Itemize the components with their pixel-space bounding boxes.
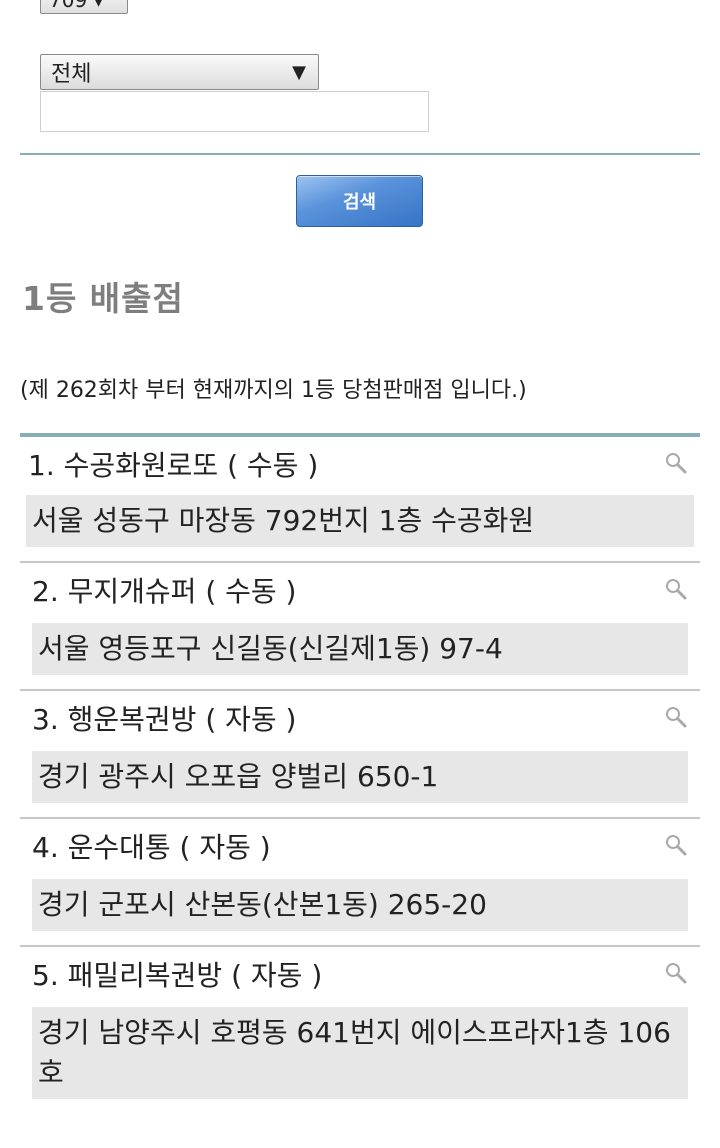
round-select[interactable]: 709 ▾ xyxy=(40,0,128,14)
store-item[interactable]: 2. 무지개슈퍼 ( 수동 ) 서울 영등포구 신길동(신길제1동) 97-4 xyxy=(20,563,700,691)
store-address: 경기 남양주시 호평동 641번지 에이스프라자1층 106호 xyxy=(32,1007,688,1099)
page-title: 1등 배출점 xyxy=(22,279,184,318)
magnifier-icon[interactable] xyxy=(664,705,688,729)
store-name[interactable]: 4. 운수대통 ( 자동 ) xyxy=(20,819,700,879)
store-address: 경기 광주시 오포읍 양벌리 650-1 xyxy=(32,751,688,803)
store-item[interactable]: 1. 수공화원로또 ( 수동 ) 서울 성동구 마장동 792번지 1층 수공화… xyxy=(20,437,700,563)
keyword-input[interactable] xyxy=(40,91,429,132)
dropdown-arrow-icon: ▼ xyxy=(292,61,306,83)
store-list: 1. 수공화원로또 ( 수동 ) 서울 성동구 마장동 792번지 1층 수공화… xyxy=(20,433,700,1113)
store-address: 서울 영등포구 신길동(신길제1동) 97-4 xyxy=(32,623,688,675)
magnifier-icon[interactable] xyxy=(664,833,688,857)
store-address: 서울 성동구 마장동 792번지 1층 수공화원 xyxy=(26,495,694,547)
magnifier-icon[interactable] xyxy=(664,451,688,475)
store-name[interactable]: 1. 수공화원로또 ( 수동 ) xyxy=(20,437,700,495)
divider xyxy=(20,153,700,155)
store-item[interactable]: 3. 행운복권방 ( 자동 ) 경기 광주시 오포읍 양벌리 650-1 xyxy=(20,691,700,819)
store-address: 경기 군포시 산본동(산본1동) 265-20 xyxy=(32,879,688,931)
store-name[interactable]: 2. 무지개슈퍼 ( 수동 ) xyxy=(20,563,700,623)
magnifier-icon[interactable] xyxy=(664,961,688,985)
store-name[interactable]: 5. 패밀리복권방 ( 자동 ) xyxy=(20,947,700,1007)
notice-text: (제 262회차 부터 현재까지의 1등 당첨판매점 입니다.) xyxy=(20,378,527,403)
store-name[interactable]: 3. 행운복권방 ( 자동 ) xyxy=(20,691,700,751)
store-item[interactable]: 5. 패밀리복권방 ( 자동 ) 경기 남양주시 호평동 641번지 에이스프라… xyxy=(20,947,700,1099)
magnifier-icon[interactable] xyxy=(664,577,688,601)
store-item[interactable]: 4. 운수대통 ( 자동 ) 경기 군포시 산본동(산본1동) 265-20 xyxy=(20,819,700,947)
region-select[interactable]: 전체 ▼ xyxy=(40,54,319,90)
region-select-value: 전체 xyxy=(51,62,92,87)
search-button[interactable]: 검색 xyxy=(296,175,423,227)
